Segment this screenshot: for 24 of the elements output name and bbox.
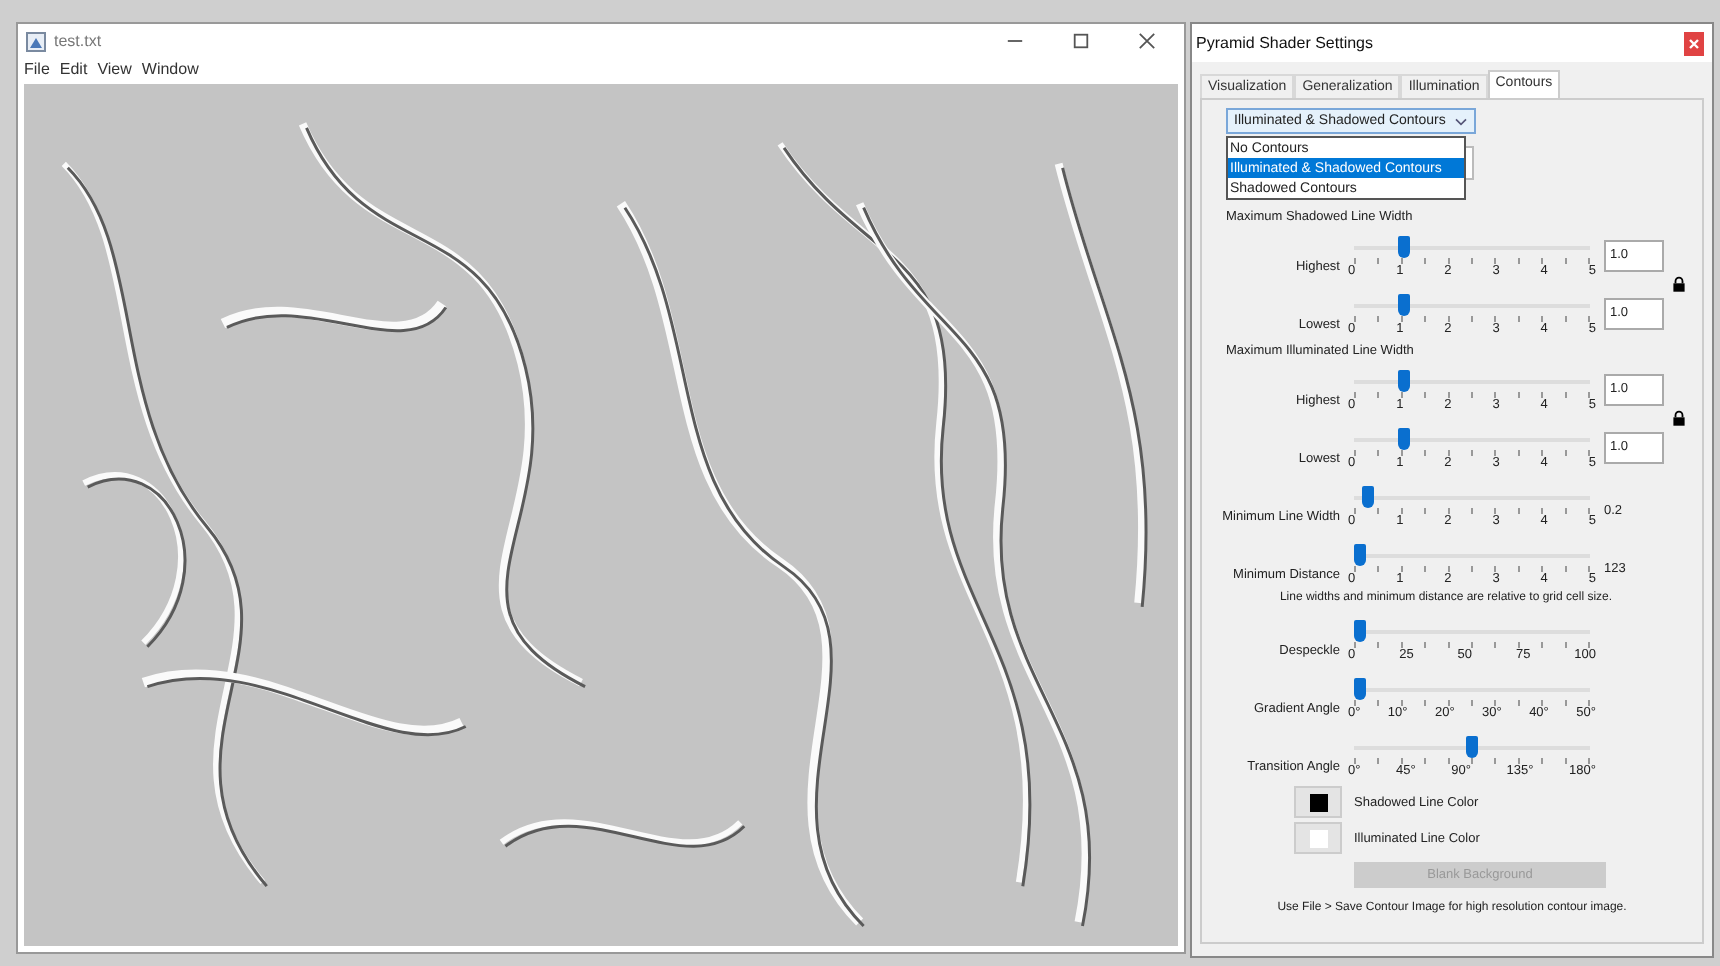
lock-icon[interactable] xyxy=(1672,410,1686,426)
app-icon xyxy=(26,31,46,51)
lock-icon[interactable] xyxy=(1672,276,1686,292)
color-button[interactable] xyxy=(1294,822,1342,854)
slider-thumb[interactable] xyxy=(1398,294,1411,316)
slider-thumb[interactable] xyxy=(1354,544,1366,566)
menu-item[interactable]: File xyxy=(24,60,50,80)
window-title: test.txt xyxy=(54,32,104,50)
slider-thumb[interactable] xyxy=(1398,236,1411,258)
color-button[interactable] xyxy=(1294,786,1342,818)
menu-item[interactable]: View xyxy=(97,60,132,80)
slider-thumb[interactable] xyxy=(1398,370,1411,392)
menu-item[interactable]: Window xyxy=(141,60,199,80)
slider-thumb[interactable] xyxy=(1354,620,1366,642)
slider-thumb[interactable] xyxy=(1466,736,1478,758)
slider-thumb[interactable] xyxy=(1362,486,1375,508)
slider-thumb[interactable] xyxy=(1354,678,1366,700)
maximize-icon[interactable] xyxy=(1072,32,1090,50)
caret-icon xyxy=(1453,116,1468,126)
slider-thumb[interactable] xyxy=(1398,428,1411,450)
close-icon[interactable] xyxy=(1684,31,1704,55)
close-icon[interactable] xyxy=(1138,32,1156,50)
window-title: Pyramid Shader Settings xyxy=(1196,34,1373,52)
menu-item[interactable]: Edit xyxy=(59,60,88,80)
